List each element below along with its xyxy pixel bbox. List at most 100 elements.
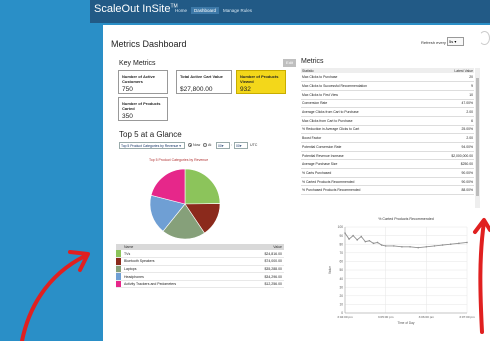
metrics-table-row: % Reduction in Average Clicks to Cart 25… [301,125,474,135]
metric-card-cart-value: Total Active Cart Value $27,800.00 [176,70,232,94]
metric-name: % Carts Purchased [301,168,429,178]
metrics-table-row: Max Clicks to Purchase 20 [301,73,474,83]
top5-title: Top 5 at a Glance [119,130,182,139]
metric-name: % Reduction in Average Clicks to Cart [301,125,429,135]
y-tick-label: 80 [339,242,343,246]
red-arrow-right-icon [473,218,490,334]
metric-value: 2.00 [428,107,474,117]
swatch-color [116,265,121,273]
metric-card-products-carted: Number of Products Carted 350 [118,97,168,121]
metrics-table: Statistic Latest Value Max Clicks to Pur… [301,68,474,196]
now-radio[interactable] [188,143,192,147]
x-axis-label: Time of Day [397,321,414,325]
top5-row-name: Bluetooth Speakers [122,257,240,266]
data-point [380,244,383,246]
data-point [368,239,371,242]
y-tick-label: 40 [339,277,343,281]
y-tick-label: 100 [338,225,344,229]
metric-name: Potential Conversion Rate [301,142,429,152]
top5-row-name: Headphones [122,272,240,281]
data-point [433,245,436,247]
key-metrics-title: Key Metrics [119,60,156,67]
metric-value: $250.00 [428,159,474,170]
brand-name: ScaleOut InSite [94,3,171,15]
data-point [441,244,444,246]
timezone-label: UTC [250,143,258,147]
y-tick-label: 70 [339,251,343,255]
metric-card-label: Number of Active Customers [122,74,155,84]
data-point [376,241,379,244]
metrics-table-row: % Carted Products Recommended 90.00% [301,177,474,187]
nav-manage-rules[interactable]: Manage Rules [220,7,255,14]
at-radio[interactable] [203,143,207,147]
top5-row-name: TVs [122,250,240,259]
y-axis-label: Value [328,266,332,274]
metric-value: 94.00% [428,142,474,152]
nav-dashboard[interactable]: Dashboard [191,7,220,14]
metric-card-value: 932 [240,86,251,93]
metrics-table-row: % Purchased Products Recommended 88.00% [301,185,474,196]
red-arrow-left-icon [20,250,90,341]
top5-row-value: $24,816.00 [239,250,284,259]
metrics-table-row: Average Clicks from Cart to Purchase 2.0… [301,107,474,117]
metric-card-label: Number of Products Carted [122,101,161,111]
x-tick-label: 3:05:00 pm [378,315,394,319]
metric-name: % Purchased Products Recommended [301,185,429,196]
pie-slice-tvs[interactable] [184,168,221,205]
top5-row-name: Laptops [122,265,240,274]
top5-category-select[interactable]: Top 5 Product Categories by Revenue ▾ [119,142,185,149]
metric-value: 88.00% [428,185,474,196]
metric-card-products-viewed: Number of Products Viewed 932 [236,70,286,94]
metric-name: Max Clicks to Successful Recommendation [301,81,429,91]
metric-name: Max Clicks to Purchase [301,73,429,83]
data-point [364,240,367,243]
page-title: Metrics Dashboard [111,39,187,49]
top5-table-row: TVs $24,816.00 [116,250,284,259]
top5-row-value: $35,288.00 [239,265,284,274]
metric-value: 9 [428,81,474,91]
at-label: At [208,143,212,147]
metric-card-active-customers: Number of Active Customers 750 [118,70,168,94]
pie-chart-title: Top 5 Product Categories by Revenue [149,158,209,162]
revenue-pie-chart [149,168,221,240]
top5-table-row: Bluetooth Speakers $74,000.00 [116,257,284,266]
metrics-scrollbar-thumb[interactable] [476,78,479,196]
now-label: Now [193,143,201,147]
nav-home[interactable]: Home [172,7,190,14]
data-point [458,242,460,245]
data-point [409,245,411,248]
edit-key-metrics-button[interactable]: Edit [283,59,296,67]
data-point [360,235,363,238]
metrics-table-row: % Carts Purchased 90.00% [301,168,474,178]
top5-category-value: Top 5 Product Categories by Revenue [121,144,179,148]
swatch-color [116,273,121,280]
time-separator: : [231,143,232,147]
metric-value: 2.00 [428,133,474,143]
app-brand[interactable]: ScaleOut InSiteTM [94,3,178,15]
refresh-interval-select[interactable]: 5s ▾ [447,37,464,46]
data-point [425,245,428,248]
top5-row-value: $34,296.00 [239,272,284,281]
x-tick-label: 3:06:00 pm [419,315,435,319]
metric-card-value: $27,800.00 [180,86,213,93]
data-point [356,239,358,241]
hour-value: 00 [218,144,222,148]
y-tick-label: 60 [339,260,343,264]
swatch-color [116,280,121,288]
y-tick-label: 90 [339,234,343,238]
top5-row-value: $74,000.00 [239,257,284,266]
metric-value: 10 [428,90,474,100]
y-tick-label: 50 [339,268,343,272]
top5-table: Name Value TVs $24,816.00 Bluetooth Spea… [116,244,284,289]
series-line [344,232,468,249]
data-point [352,234,354,237]
metric-name: Average Clicks from Cart to Purchase [301,107,429,117]
hour-select[interactable]: 00▾ [216,142,230,149]
metric-name: Potential Revenue Increase [301,151,429,161]
refresh-label: Refresh every [421,40,446,45]
top5-table-row: Headphones $34,296.00 [116,272,284,281]
minute-select[interactable]: 00▾ [234,142,248,149]
data-point [466,241,468,244]
metrics-table-row: Average Purchase Size $250.00 [301,159,474,170]
metrics-table-row: Potential Conversion Rate 94.00% [301,142,474,152]
